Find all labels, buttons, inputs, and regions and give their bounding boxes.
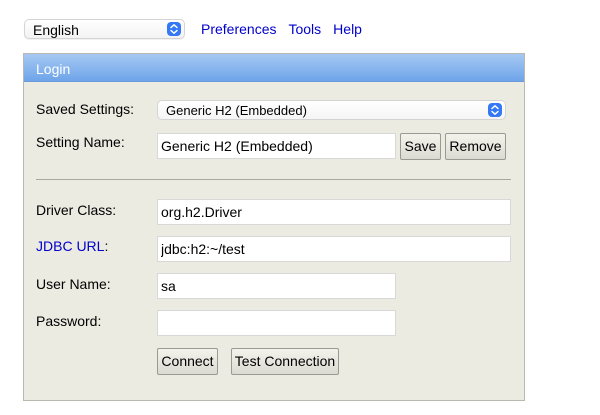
select-arrows-icon	[488, 103, 502, 117]
login-panel: Login Saved Settings: Generic H2 (Embedd…	[23, 53, 525, 401]
user-name-input[interactable]	[157, 273, 396, 299]
jdbc-url-link[interactable]: JDBC URL	[36, 238, 104, 254]
driver-class-input[interactable]	[157, 199, 511, 225]
saved-settings-value: Generic H2 (Embedded)	[166, 103, 307, 118]
remove-button[interactable]: Remove	[445, 133, 506, 160]
user-name-label: User Name:	[36, 276, 111, 292]
top-nav-links: Preferences Tools Help	[201, 21, 374, 37]
tools-link[interactable]: Tools	[288, 21, 321, 37]
login-title: Login	[36, 61, 71, 77]
driver-class-label: Driver Class:	[36, 202, 117, 218]
login-header: Login	[24, 54, 524, 82]
setting-name-input[interactable]	[157, 133, 396, 159]
test-connection-button[interactable]: Test Connection	[231, 348, 339, 375]
jdbc-url-colon: :	[104, 238, 109, 254]
select-arrows-icon	[167, 22, 181, 36]
language-select[interactable]: English	[24, 19, 185, 39]
saved-settings-select[interactable]: Generic H2 (Embedded)	[157, 100, 506, 120]
password-input[interactable]	[157, 310, 396, 336]
language-select-value: English	[33, 22, 79, 38]
jdbc-url-label-group: JDBC URL:	[36, 238, 108, 254]
password-label: Password:	[36, 313, 102, 329]
jdbc-url-input[interactable]	[157, 236, 511, 262]
section-divider	[36, 179, 511, 180]
h2-console-page: English Preferences Tools Help Login Saved…	[0, 0, 600, 415]
preferences-link[interactable]: Preferences	[201, 21, 276, 37]
help-link[interactable]: Help	[333, 21, 362, 37]
saved-settings-label: Saved Settings:	[36, 101, 135, 117]
save-button[interactable]: Save	[400, 133, 441, 160]
setting-name-label: Setting Name:	[36, 134, 125, 150]
connect-button[interactable]: Connect	[157, 348, 218, 375]
